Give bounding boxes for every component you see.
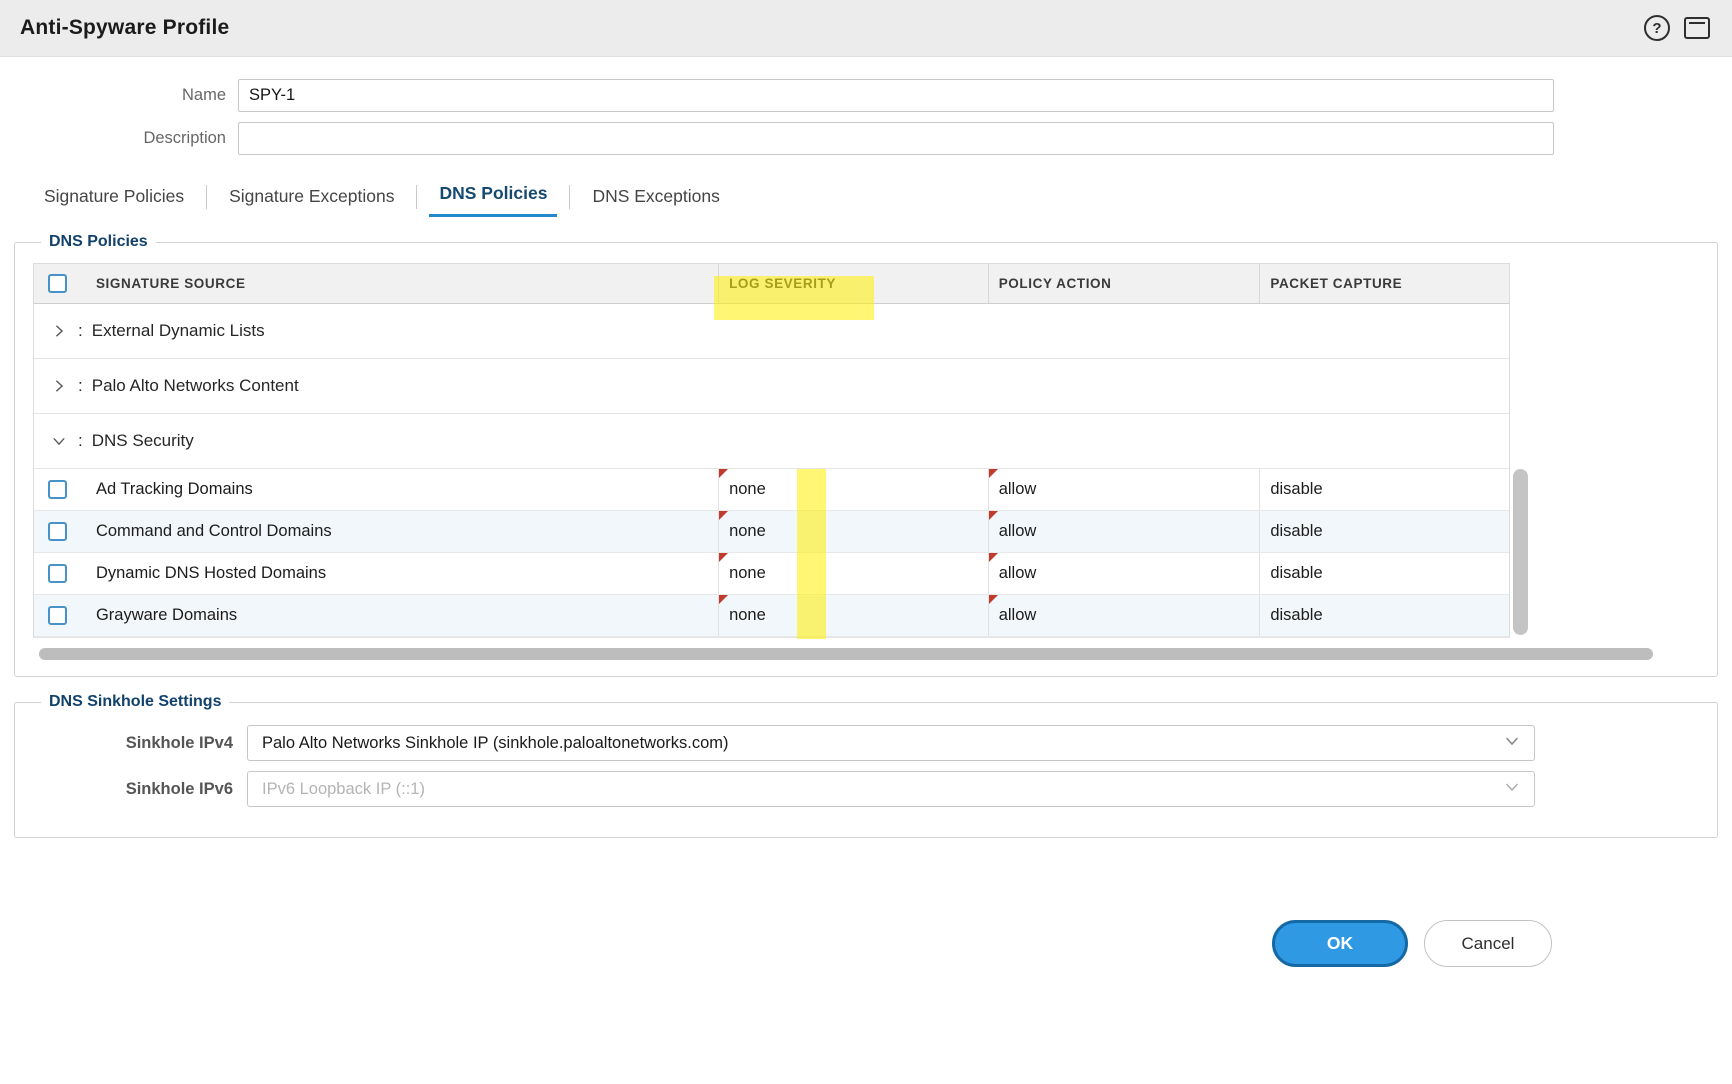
column-header-log-severity[interactable]: LOG SEVERITY xyxy=(718,264,988,303)
help-icon[interactable]: ? xyxy=(1644,15,1670,41)
tab-separator xyxy=(569,185,570,209)
column-header-signature-source[interactable]: SIGNATURE SOURCE xyxy=(82,264,718,303)
policy-action-cell[interactable]: allow xyxy=(988,595,1260,636)
row-checkbox-cell xyxy=(34,553,82,594)
vertical-scrollbar-thumb[interactable] xyxy=(1513,469,1528,635)
group-name: External Dynamic Lists xyxy=(92,321,265,341)
name-row: Name xyxy=(0,79,1732,112)
log-severity-cell[interactable]: none xyxy=(718,553,988,594)
tab-signature-policies[interactable]: Signature Policies xyxy=(34,182,194,217)
tab-separator xyxy=(206,185,207,209)
help-glyph: ? xyxy=(1652,20,1661,37)
description-input[interactable] xyxy=(238,122,1554,155)
log-severity-cell[interactable]: none xyxy=(718,595,988,636)
group-row-dns-security[interactable]: : DNS Security xyxy=(34,414,1509,469)
dns-policies-table-main: SIGNATURE SOURCE LOG SEVERITY POLICY ACT… xyxy=(33,263,1510,638)
signature-source-cell: Command and Control Domains xyxy=(82,511,718,552)
chevron-down-icon xyxy=(1504,779,1520,800)
log-severity-cell[interactable]: none xyxy=(718,511,988,552)
dns-policies-legend: DNS Policies xyxy=(41,233,156,251)
modified-marker-icon xyxy=(719,553,728,562)
table-row-command-and-control-domains: Command and Control Domains none allow d… xyxy=(34,511,1509,553)
packet-capture-cell[interactable]: disable xyxy=(1259,553,1509,594)
modified-marker-icon xyxy=(719,595,728,604)
modified-marker-icon xyxy=(719,511,728,520)
tab-dns-policies[interactable]: DNS Policies xyxy=(429,179,557,217)
log-severity-cell[interactable]: none xyxy=(718,469,988,510)
name-input[interactable] xyxy=(238,79,1554,112)
cancel-button[interactable]: Cancel xyxy=(1424,920,1552,967)
tab-dns-exceptions[interactable]: DNS Exceptions xyxy=(582,182,729,217)
column-header-policy-action[interactable]: POLICY ACTION xyxy=(988,264,1260,303)
profile-form: Name Description xyxy=(0,79,1732,155)
group-marker: : xyxy=(78,321,83,341)
chevron-down-icon[interactable] xyxy=(52,433,68,449)
anti-spyware-profile-dialog: Anti-Spyware Profile ? Name Description … xyxy=(0,0,1732,838)
group-marker: : xyxy=(78,376,83,396)
row-checkbox-cell xyxy=(34,469,82,510)
chevron-right-icon[interactable] xyxy=(52,323,68,339)
dns-sinkhole-settings-panel: DNS Sinkhole Settings Sinkhole IPv4 Palo… xyxy=(14,693,1718,838)
policy-action-cell[interactable]: allow xyxy=(988,553,1260,594)
sinkhole-ipv6-row: Sinkhole IPv6 IPv6 Loopback IP (::1) xyxy=(33,771,1699,807)
horizontal-scrollbar-thumb[interactable] xyxy=(39,648,1653,660)
sinkhole-ipv4-label: Sinkhole IPv4 xyxy=(33,734,233,753)
column-header-packet-capture[interactable]: PACKET CAPTURE xyxy=(1259,264,1509,303)
group-row-external-dynamic-lists[interactable]: : External Dynamic Lists xyxy=(34,304,1509,359)
table-row-ad-tracking-domains: Ad Tracking Domains none allow disable xyxy=(34,469,1509,511)
dialog-title: Anti-Spyware Profile xyxy=(20,16,229,40)
sinkhole-ipv4-value: Palo Alto Networks Sinkhole IP (sinkhole… xyxy=(262,734,729,753)
chevron-down-icon xyxy=(1504,733,1520,754)
dns-sinkhole-settings-legend: DNS Sinkhole Settings xyxy=(41,693,229,711)
row-checkbox[interactable] xyxy=(48,564,67,583)
sinkhole-ipv6-label: Sinkhole IPv6 xyxy=(33,780,233,799)
sinkhole-ipv4-row: Sinkhole IPv4 Palo Alto Networks Sinkhol… xyxy=(33,725,1699,761)
policy-action-cell[interactable]: allow xyxy=(988,511,1260,552)
dialog-footer: OK Cancel xyxy=(1272,920,1552,967)
select-all-cell xyxy=(34,264,82,303)
row-checkbox[interactable] xyxy=(48,480,67,499)
group-name: DNS Security xyxy=(92,431,194,451)
policy-action-cell[interactable]: allow xyxy=(988,469,1260,510)
name-label: Name xyxy=(0,86,226,105)
row-checkbox[interactable] xyxy=(48,522,67,541)
tab-separator xyxy=(416,185,417,209)
chevron-right-icon[interactable] xyxy=(52,378,68,394)
dialog-titlebar: Anti-Spyware Profile ? xyxy=(0,0,1732,57)
signature-source-cell: Ad Tracking Domains xyxy=(82,469,718,510)
window-icon[interactable] xyxy=(1684,17,1710,39)
vertical-scrollbar[interactable] xyxy=(1513,263,1528,637)
dns-policies-panel: DNS Policies SIGNATURE SOURCE LOG SEVERI… xyxy=(14,233,1718,677)
modified-marker-icon xyxy=(719,469,728,478)
group-row-palo-alto-networks-content[interactable]: : Palo Alto Networks Content xyxy=(34,359,1509,414)
row-checkbox-cell xyxy=(34,595,82,636)
sinkhole-ipv4-select[interactable]: Palo Alto Networks Sinkhole IP (sinkhole… xyxy=(247,725,1535,761)
select-all-checkbox[interactable] xyxy=(48,274,67,293)
table-row-dynamic-dns-hosted-domains: Dynamic DNS Hosted Domains none allow di… xyxy=(34,553,1509,595)
row-checkbox[interactable] xyxy=(48,606,67,625)
profile-tabs: Signature Policies Signature Exceptions … xyxy=(34,179,1732,217)
packet-capture-cell[interactable]: disable xyxy=(1259,511,1509,552)
titlebar-icons: ? xyxy=(1644,15,1710,41)
group-marker: : xyxy=(78,431,83,451)
tab-signature-exceptions[interactable]: Signature Exceptions xyxy=(219,182,404,217)
dns-policies-table: SIGNATURE SOURCE LOG SEVERITY POLICY ACT… xyxy=(33,263,1699,638)
ok-button[interactable]: OK xyxy=(1272,920,1408,967)
group-name: Palo Alto Networks Content xyxy=(92,376,299,396)
sinkhole-ipv6-value: IPv6 Loopback IP (::1) xyxy=(262,780,425,799)
table-row-grayware-domains: Grayware Domains none allow disable xyxy=(34,595,1509,637)
modified-marker-icon xyxy=(989,553,998,562)
description-row: Description xyxy=(0,122,1732,155)
signature-source-cell: Grayware Domains xyxy=(82,595,718,636)
modified-marker-icon xyxy=(989,595,998,604)
description-label: Description xyxy=(0,129,226,148)
sinkhole-ipv6-select[interactable]: IPv6 Loopback IP (::1) xyxy=(247,771,1535,807)
row-checkbox-cell xyxy=(34,511,82,552)
packet-capture-cell[interactable]: disable xyxy=(1259,595,1509,636)
signature-source-cell: Dynamic DNS Hosted Domains xyxy=(82,553,718,594)
packet-capture-cell[interactable]: disable xyxy=(1259,469,1509,510)
modified-marker-icon xyxy=(989,511,998,520)
modified-marker-icon xyxy=(989,469,998,478)
table-header-row: SIGNATURE SOURCE LOG SEVERITY POLICY ACT… xyxy=(34,264,1509,304)
